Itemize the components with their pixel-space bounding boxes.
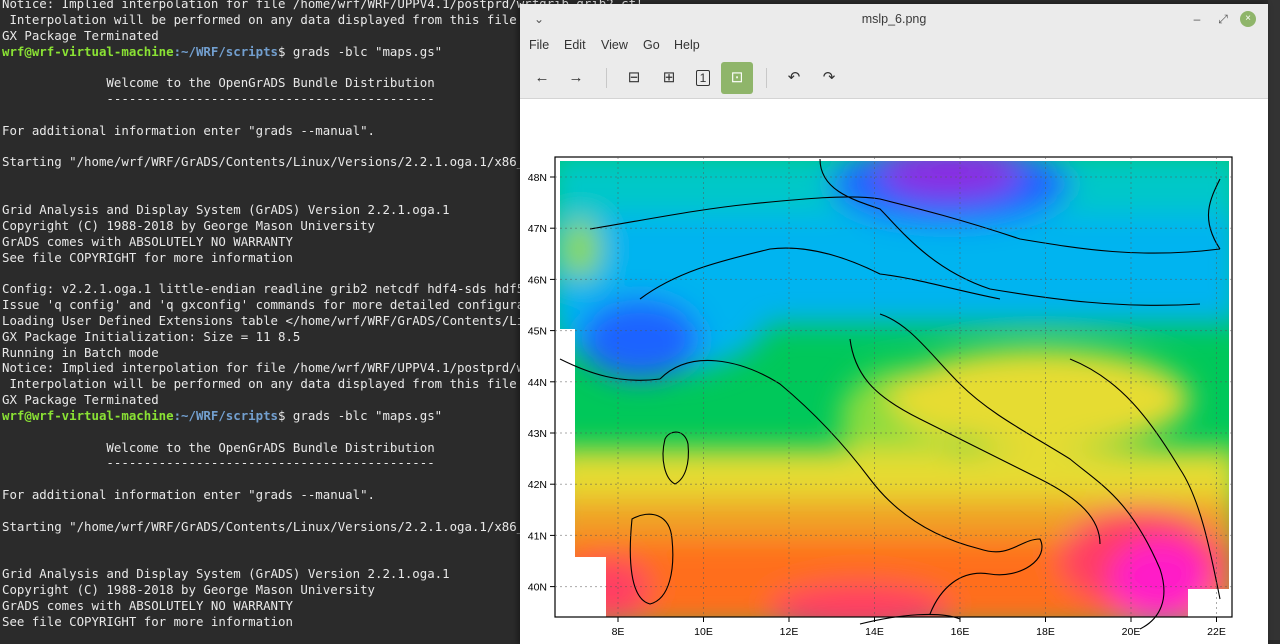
- x-tick-label: 12E: [780, 626, 799, 638]
- zoom-out-button[interactable]: ⊟: [618, 62, 650, 94]
- back-button[interactable]: ←: [526, 62, 558, 94]
- menu-go[interactable]: Go: [643, 38, 660, 52]
- menu-help[interactable]: Help: [674, 38, 700, 52]
- rotate-right-button[interactable]: ↷: [813, 62, 845, 94]
- maximize-icon[interactable]: ⤢: [1214, 10, 1232, 28]
- toolbar: ← → ⊟ ⊞ 1 ⊡ ↶ ↷: [520, 58, 1268, 99]
- zoom-fit-icon: ⊡: [730, 69, 744, 86]
- x-tick-label: 20E: [1122, 626, 1141, 638]
- zoom-normal-button[interactable]: 1: [687, 62, 719, 94]
- y-tick-label: 48N: [528, 172, 547, 184]
- x-tick-label: 18E: [1036, 626, 1055, 638]
- prompt-path: :~/WRF/scripts: [173, 407, 279, 423]
- y-tick-label: 44N: [528, 377, 547, 389]
- prompt-path: :~/WRF/scripts: [173, 43, 279, 59]
- menu-edit[interactable]: Edit: [564, 38, 586, 52]
- x-tick-label: 14E: [865, 626, 884, 638]
- toolbar-separator: [606, 68, 607, 88]
- y-tick-label: 43N: [528, 428, 547, 440]
- desktop-background-strip: [1268, 0, 1280, 640]
- mslp-map-image: 8E 10E 12E 14E 16E 18E 20E 22E 48N 47N 46N 45N 44N 4…: [528, 156, 1233, 638]
- rotate-left-button[interactable]: ↶: [778, 62, 810, 94]
- zoom-in-icon: ⊞: [662, 69, 676, 86]
- y-tick-label: 46N: [528, 274, 547, 286]
- zoom-fit-button[interactable]: ⊡: [721, 62, 753, 94]
- window-title: mslp_6.png: [861, 12, 927, 26]
- x-tick-label: 10E: [694, 626, 713, 638]
- pressure-field: [560, 161, 1229, 617]
- close-icon[interactable]: ×: [1240, 11, 1256, 27]
- image-canvas[interactable]: 8E 10E 12E 14E 16E 18E 20E 22E 48N 47N 46N 45N 44N 4…: [520, 99, 1268, 644]
- zoom-original-icon: 1: [695, 70, 711, 86]
- menubar: File Edit View Go Help: [520, 34, 1268, 58]
- y-tick-label: 42N: [528, 479, 547, 491]
- prompt-command: $ grads -blc "maps.gs": [278, 43, 443, 59]
- x-tick-label: 22E: [1207, 626, 1226, 638]
- prompt-user: wrf@wrf-virtual-machine: [2, 407, 174, 423]
- arrow-left-icon: ←: [534, 69, 550, 86]
- y-tick-label: 41N: [528, 530, 547, 542]
- arrow-right-icon: →: [568, 69, 584, 86]
- titlebar[interactable]: ⌄ mslp_6.png – ⤢ ×: [520, 4, 1268, 34]
- toolbar-separator: [766, 68, 767, 88]
- field-blob: [890, 349, 1190, 449]
- zoom-out-icon: ⊟: [627, 69, 641, 86]
- image-viewer-window: ⌄ mslp_6.png – ⤢ × File Edit View Go Hel…: [520, 4, 1268, 644]
- x-tick-label: 16E: [951, 626, 970, 638]
- x-tick-label: 8E: [612, 626, 625, 638]
- prompt-command: $ grads -blc "maps.gs": [278, 407, 443, 423]
- field-blob: [1110, 539, 1210, 617]
- prompt-user: wrf@wrf-virtual-machine: [2, 43, 174, 59]
- forward-button[interactable]: →: [560, 62, 592, 94]
- rotate-right-icon: ↷: [822, 69, 836, 86]
- menu-view[interactable]: View: [601, 38, 628, 52]
- rotate-left-icon: ↶: [787, 69, 801, 86]
- y-tick-label: 40N: [528, 582, 547, 594]
- zoom-in-button[interactable]: ⊞: [653, 62, 685, 94]
- field-blob: [570, 559, 650, 617]
- field-blob: [580, 299, 700, 379]
- y-tick-label: 47N: [528, 223, 547, 235]
- y-tick-label: 45N: [528, 326, 547, 338]
- minimize-icon[interactable]: –: [1188, 10, 1206, 28]
- menu-file[interactable]: File: [529, 38, 549, 52]
